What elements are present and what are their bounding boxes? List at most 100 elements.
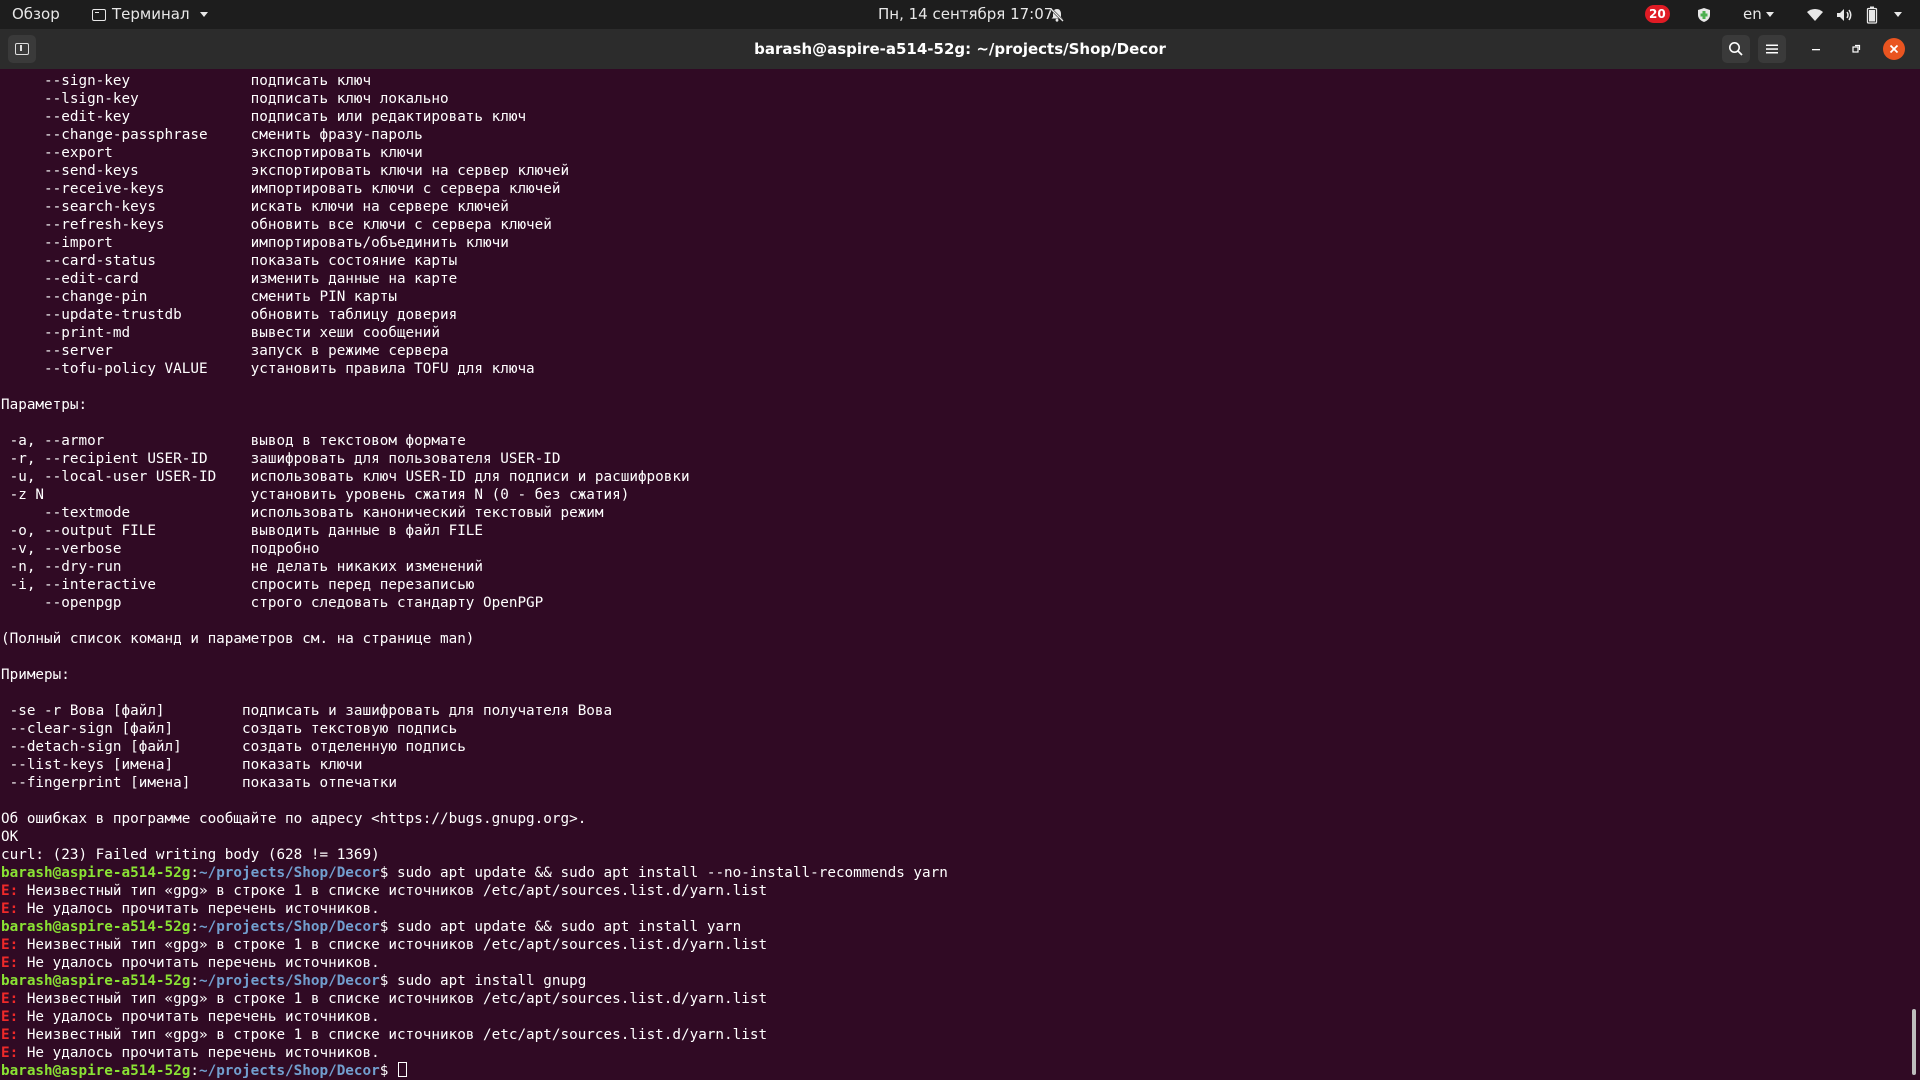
output-line: --tofu-policy VALUE установить правила T…	[1, 360, 948, 378]
output-text: --change-passphrase сменить фразу-пароль	[1, 127, 423, 143]
window-title-bar[interactable]: barash@aspire-a514-52g: ~/projects/Shop/…	[0, 29, 1920, 69]
battery-icon[interactable]	[1866, 0, 1878, 29]
error-message: Неизвестный тип «gpg» в строке 1 в списк…	[18, 937, 768, 953]
output-text: --edit-key подписать или редактировать к…	[1, 109, 527, 125]
output-text: --refresh-keys обновить все ключи с серв…	[1, 217, 552, 233]
shield-icon[interactable]	[1697, 0, 1711, 29]
language-label: en	[1743, 5, 1762, 23]
terminal-view[interactable]: --sign-key подписать ключ --lsign-key по…	[0, 69, 1920, 1080]
prompt-path: ~/projects/Shop/Decor	[198, 919, 380, 935]
output-text: --textmode использовать канонический тек…	[1, 505, 604, 521]
error-line: E: Не удалось прочитать перечень источни…	[1, 954, 948, 972]
minimize-icon	[1812, 49, 1820, 51]
output-line: Об ошибках в программе сообщайте по адре…	[1, 810, 948, 828]
output-text: -u, --local-user USER-ID использовать кл…	[1, 469, 690, 485]
chevron-down-icon	[1765, 12, 1774, 17]
error-line: E: Неизвестный тип «gpg» в строке 1 в сп…	[1, 1026, 948, 1044]
search-icon	[1729, 42, 1743, 56]
prompt-separator: :	[190, 1063, 199, 1079]
prompt-line: barash@aspire-a514-52g:~/projects/Shop/D…	[1, 918, 948, 936]
system-menu-button[interactable]	[1890, 0, 1902, 29]
activities-button[interactable]: Обзор	[12, 0, 60, 29]
error-message: Неизвестный тип «gpg» в строке 1 в списк…	[18, 991, 768, 1007]
prompt-command: $ sudo apt update && sudo apt install ya…	[379, 919, 742, 935]
output-text: -n, --dry-run не делать никаких изменени…	[1, 559, 484, 575]
volume-icon[interactable]	[1836, 0, 1854, 29]
output-line: --textmode использовать канонический тек…	[1, 504, 948, 522]
text-cursor	[397, 1062, 407, 1077]
search-button[interactable]	[1722, 35, 1750, 63]
output-text: OK	[1, 829, 19, 845]
output-line: --import импортировать/объединить ключи	[1, 234, 948, 252]
output-line: -i, --interactive спросить перед перезап…	[1, 576, 948, 594]
output-text: --receive-keys импортировать ключи с сер…	[1, 181, 561, 197]
new-tab-button[interactable]	[8, 35, 36, 63]
output-text: -r, --recipient USER-ID зашифровать для …	[1, 451, 561, 467]
output-line: -a, --armor вывод в текстовом формате	[1, 432, 948, 450]
output-text: -z N установить уровень сжатия N (0 - бе…	[1, 487, 630, 503]
output-text: --update-trustdb обновить таблицу довери…	[1, 307, 458, 323]
output-line: Параметры:	[1, 396, 948, 414]
output-text: --export экспортировать ключи	[1, 145, 423, 161]
wifi-icon[interactable]	[1806, 0, 1824, 29]
output-line: -u, --local-user USER-ID использовать кл…	[1, 468, 948, 486]
prompt-path: ~/projects/Shop/Decor	[198, 973, 380, 989]
prompt-separator: :	[190, 973, 199, 989]
output-text: --openpgp строго следовать стандарту Ope…	[1, 595, 544, 611]
output-text: -o, --output FILE выводить данные в файл…	[1, 523, 484, 539]
window-title: barash@aspire-a514-52g: ~/projects/Shop/…	[754, 40, 1166, 58]
error-label: E:	[1, 937, 19, 953]
error-message: Неизвестный тип «gpg» в строке 1 в списк…	[18, 883, 768, 899]
output-line: -se -r Вова [файл] подписать и зашифрова…	[1, 702, 948, 720]
error-message: Неизвестный тип «gpg» в строке 1 в списк…	[18, 1027, 768, 1043]
output-text: -i, --interactive спросить перед перезап…	[1, 577, 475, 593]
clock[interactable]: Пн, 14 сентября 17:07	[878, 0, 1053, 29]
error-label: E:	[1, 883, 19, 899]
maximize-button[interactable]	[1842, 35, 1870, 63]
prompt-command: $	[379, 1063, 397, 1079]
notifications-muted-icon	[1049, 0, 1065, 29]
output-line: --receive-keys импортировать ключи с сер…	[1, 180, 948, 198]
output-text: --clear-sign [файл] создать текстовую по…	[1, 721, 458, 737]
output-text: --sign-key подписать ключ	[1, 73, 372, 89]
update-count-badge[interactable]: 20	[1645, 5, 1670, 23]
output-line: -n, --dry-run не делать никаких изменени…	[1, 558, 948, 576]
output-text: Параметры:	[1, 397, 88, 413]
language-selector[interactable]: en	[1743, 0, 1774, 29]
output-text: --send-keys экспортировать ключи на серв…	[1, 163, 570, 179]
error-line: E: Не удалось прочитать перечень источни…	[1, 1008, 948, 1026]
app-menu-label: Терминал	[112, 5, 190, 23]
error-line: E: Не удалось прочитать перечень источни…	[1, 900, 948, 918]
output-text: --print-md вывести хеши сообщений	[1, 325, 440, 341]
output-line: --send-keys экспортировать ключи на серв…	[1, 162, 948, 180]
output-text: --detach-sign [файл] создать отделенную …	[1, 739, 466, 755]
output-text: (Полный список команд и параметров см. н…	[1, 631, 475, 647]
error-line: E: Неизвестный тип «gpg» в строке 1 в сп…	[1, 882, 948, 900]
close-button[interactable]	[1883, 38, 1905, 60]
app-menu[interactable]: Терминал	[92, 0, 208, 29]
output-line: --search-keys искать ключи на сервере кл…	[1, 198, 948, 216]
prompt-user: barash@aspire-a514-52g	[1, 865, 191, 881]
prompt-user: barash@aspire-a514-52g	[1, 919, 191, 935]
hamburger-menu-button[interactable]	[1758, 35, 1786, 63]
minimize-button[interactable]	[1802, 35, 1830, 63]
prompt-user: barash@aspire-a514-52g	[1, 1063, 191, 1079]
terminal-icon	[92, 8, 106, 21]
output-line: --openpgp строго следовать стандарту Ope…	[1, 594, 948, 612]
output-text: Примеры:	[1, 667, 70, 683]
prompt-command: $ sudo apt install gnupg	[379, 973, 587, 989]
output-text: curl: (23) Failed writing body (628 != 1…	[1, 847, 380, 863]
terminal-scrollbar[interactable]	[1912, 1009, 1916, 1075]
output-text: --card-status показать состояние карты	[1, 253, 458, 269]
prompt-path: ~/projects/Shop/Decor	[198, 1063, 380, 1079]
output-text: --tofu-policy VALUE установить правила T…	[1, 361, 535, 377]
output-line: --print-md вывести хеши сообщений	[1, 324, 948, 342]
prompt-user: barash@aspire-a514-52g	[1, 973, 191, 989]
error-message: Не удалось прочитать перечень источников…	[18, 955, 380, 971]
output-line: --export экспортировать ключи	[1, 144, 948, 162]
output-line: --list-keys [имена] показать ключи	[1, 756, 948, 774]
output-text: --edit-card изменить данные на карте	[1, 271, 458, 287]
output-line: --edit-key подписать или редактировать к…	[1, 108, 948, 126]
